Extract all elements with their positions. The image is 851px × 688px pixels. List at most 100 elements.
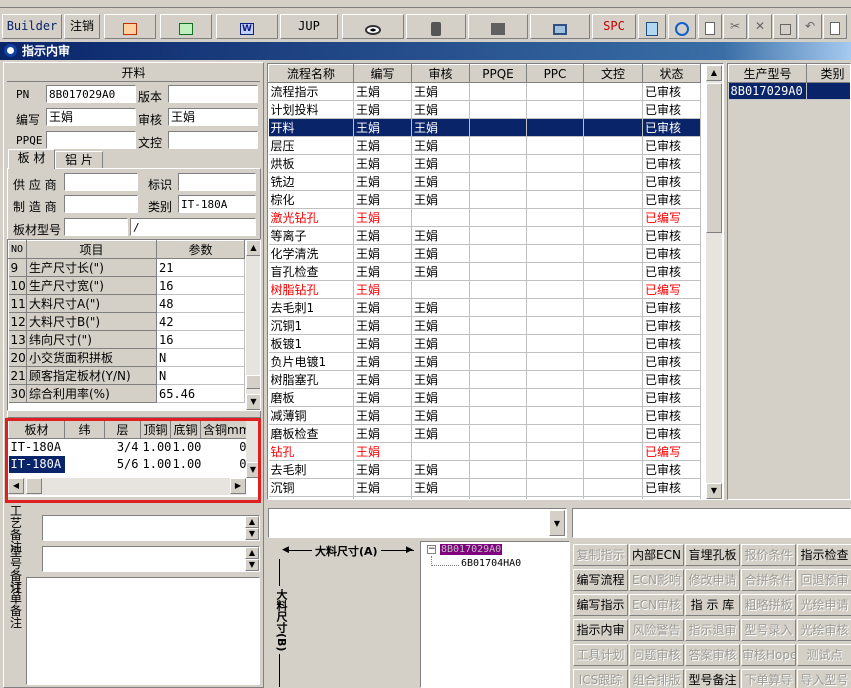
scroll-down-arrow[interactable]: ▼ bbox=[245, 528, 259, 540]
flow-row[interactable]: 等离子 王娟 王娟 已审核 bbox=[268, 226, 701, 245]
process-note-field[interactable]: ▲ ▼ bbox=[42, 515, 260, 541]
param-row[interactable]: 10 生产尺寸宽(") 16 bbox=[8, 276, 245, 295]
board-header-bottom-cu[interactable]: 底铜 bbox=[170, 420, 201, 439]
collapse-icon[interactable]: − bbox=[427, 545, 436, 554]
action-button[interactable]: 型号备注 bbox=[685, 669, 740, 688]
maker-field[interactable] bbox=[64, 195, 138, 213]
board-type-field-2[interactable]: / bbox=[130, 218, 256, 236]
action-button[interactable]: 指示内审 bbox=[573, 619, 628, 641]
flow-scrollbar[interactable]: ▲ ▼ bbox=[706, 65, 722, 499]
param-row[interactable]: 30 综合利用率(%) 65.46 bbox=[8, 384, 245, 403]
word-button[interactable]: W bbox=[216, 14, 278, 39]
param-row[interactable]: 12 大料尺寸B(") 42 bbox=[8, 312, 245, 331]
flow-row[interactable]: 板镀1 王娟 王娟 已审核 bbox=[268, 334, 701, 353]
action-button[interactable]: 风险警告 bbox=[629, 619, 684, 641]
tab-aluminum[interactable]: 铝 片 bbox=[55, 151, 103, 169]
flow-row[interactable]: 去毛刺 王娟 王娟 已审核 bbox=[268, 460, 701, 479]
scroll-up-arrow[interactable]: ▲ bbox=[246, 240, 260, 256]
board-hscrollbar[interactable]: ◀ ▶ bbox=[8, 478, 246, 495]
action-button[interactable]: ICS跟踪 bbox=[573, 669, 628, 688]
delete-button[interactable]: ✕ bbox=[748, 14, 772, 39]
scroll-up-arrow[interactable]: ▲ bbox=[245, 516, 259, 528]
scroll-down-arrow[interactable]: ▼ bbox=[245, 559, 259, 571]
board-vscrollbar[interactable]: ▼ bbox=[246, 420, 260, 478]
review-field[interactable]: 王娟 bbox=[168, 108, 258, 126]
flow-row[interactable]: 开料 王娟 王娟 已审核 bbox=[268, 118, 701, 137]
action-button[interactable]: ECN审核 bbox=[629, 594, 684, 616]
board-row[interactable]: IT-180A 5/6 1.00 1.00 0 bbox=[8, 455, 249, 473]
jup-button[interactable]: JUP bbox=[280, 14, 338, 39]
board-header-board[interactable]: 板材 bbox=[8, 420, 65, 439]
save-button[interactable] bbox=[773, 14, 797, 39]
tools-button[interactable] bbox=[468, 14, 528, 39]
model-note-field[interactable]: ▲ ▼ bbox=[42, 546, 260, 572]
ppqe-field[interactable] bbox=[46, 131, 136, 149]
action-button[interactable]: 粗略拼板 bbox=[741, 594, 796, 616]
action-button[interactable]: 工具计划 bbox=[573, 644, 628, 666]
action-button[interactable]: 内部ECN bbox=[629, 544, 684, 566]
flow-row[interactable]: 负片电镀1 王娟 王娟 已审核 bbox=[268, 352, 701, 371]
computer-button[interactable] bbox=[530, 14, 590, 39]
supplier-field[interactable] bbox=[64, 173, 138, 191]
board-type-field[interactable] bbox=[64, 218, 128, 236]
view-button[interactable] bbox=[342, 14, 404, 39]
action-button[interactable]: 回退预审 bbox=[797, 569, 851, 591]
mark-field[interactable] bbox=[178, 173, 256, 191]
scroll-right-arrow[interactable]: ▶ bbox=[230, 478, 246, 494]
order-note-field[interactable] bbox=[26, 577, 260, 685]
flow-row[interactable]: 减薄铜 王娟 王娟 已审核 bbox=[268, 406, 701, 425]
powerpoint-button[interactable] bbox=[104, 14, 156, 39]
action-button[interactable]: 组合排版 bbox=[629, 669, 684, 688]
action-button[interactable]: 指示退审 bbox=[685, 619, 740, 641]
board-row[interactable]: IT-180A 3/4 1.00 1.00 0 bbox=[9, 439, 249, 456]
scroll-thumb[interactable] bbox=[246, 375, 260, 389]
scroll-thumb[interactable] bbox=[706, 83, 722, 233]
scroll-up-arrow[interactable]: ▲ bbox=[245, 547, 259, 559]
board-header-weft[interactable]: 纬 bbox=[64, 420, 105, 439]
flow-row[interactable]: 板镀王娟王娟已审核 bbox=[268, 496, 701, 499]
model-row[interactable]: 8B017029A0 bbox=[728, 82, 850, 100]
flow-row[interactable]: 沉铜 王娟 王娟 已审核 bbox=[268, 478, 701, 497]
doc-control-field[interactable] bbox=[168, 131, 258, 149]
model-header-name[interactable]: 生产型号 bbox=[728, 64, 807, 83]
board-header-cu-mm[interactable]: 含铜mm bbox=[200, 420, 249, 439]
new-button[interactable] bbox=[698, 14, 722, 39]
preview-button[interactable] bbox=[823, 14, 847, 39]
scroll-thumb[interactable] bbox=[26, 478, 42, 494]
params-header-item[interactable]: 项目 bbox=[26, 240, 157, 259]
scroll-down-arrow[interactable]: ▼ bbox=[246, 394, 260, 410]
action-button[interactable]: 指示检查 bbox=[797, 544, 851, 566]
action-button[interactable]: 光绘申请 bbox=[797, 594, 851, 616]
flow-row[interactable]: 磨板检查 王娟 王娟 已审核 bbox=[268, 424, 701, 443]
tab-board[interactable]: 板 材 bbox=[8, 149, 55, 169]
action-button[interactable]: 合拼条件 bbox=[741, 569, 796, 591]
action-button[interactable]: 修改申请 bbox=[685, 569, 740, 591]
search-combo[interactable] bbox=[572, 508, 851, 538]
calc-button[interactable] bbox=[638, 14, 666, 39]
flow-row[interactable]: 树脂塞孔 王娟 王娟 已审核 bbox=[268, 370, 701, 389]
excel-button[interactable] bbox=[160, 14, 212, 39]
spc-button[interactable]: SPC bbox=[592, 14, 636, 39]
param-row[interactable]: 9 生产尺寸长(") 21 bbox=[8, 258, 245, 277]
flow-header-doc[interactable]: 文控 bbox=[583, 64, 643, 83]
author-field[interactable]: 王娟 bbox=[46, 108, 136, 126]
flow-row[interactable]: 烘板 王娟 王娟 已审核 bbox=[268, 154, 701, 173]
board-header-top-cu[interactable]: 顶铜 bbox=[140, 420, 171, 439]
flow-row[interactable]: 层压 王娟 王娟 已审核 bbox=[268, 136, 701, 155]
category-field[interactable]: IT-180A bbox=[178, 195, 256, 213]
action-button[interactable]: ECN影响 bbox=[629, 569, 684, 591]
flow-row[interactable]: 铣边 王娟 王娟 已审核 bbox=[268, 172, 701, 191]
action-button[interactable]: 导入型号 bbox=[797, 669, 851, 688]
flow-header-ppc[interactable]: PPC bbox=[526, 64, 584, 83]
scroll-up-arrow[interactable]: ▲ bbox=[706, 65, 722, 81]
tree-child-node[interactable]: 6B01704HA0 bbox=[461, 558, 521, 569]
param-row[interactable]: 11 大料尺寸A(") 48 bbox=[8, 294, 245, 313]
database-button[interactable] bbox=[406, 14, 466, 39]
builder-button[interactable]: Builder bbox=[2, 14, 62, 39]
action-button[interactable]: 编写指示 bbox=[573, 594, 628, 616]
flow-header-name[interactable]: 流程名称 bbox=[268, 64, 354, 83]
flow-combo[interactable]: ▼ bbox=[268, 508, 567, 538]
ie-button[interactable] bbox=[668, 14, 696, 39]
flow-row[interactable]: 磨板 王娟 王娟 已审核 bbox=[268, 388, 701, 407]
flow-row[interactable]: 激光钻孔 王娟 已编写 bbox=[268, 208, 701, 227]
